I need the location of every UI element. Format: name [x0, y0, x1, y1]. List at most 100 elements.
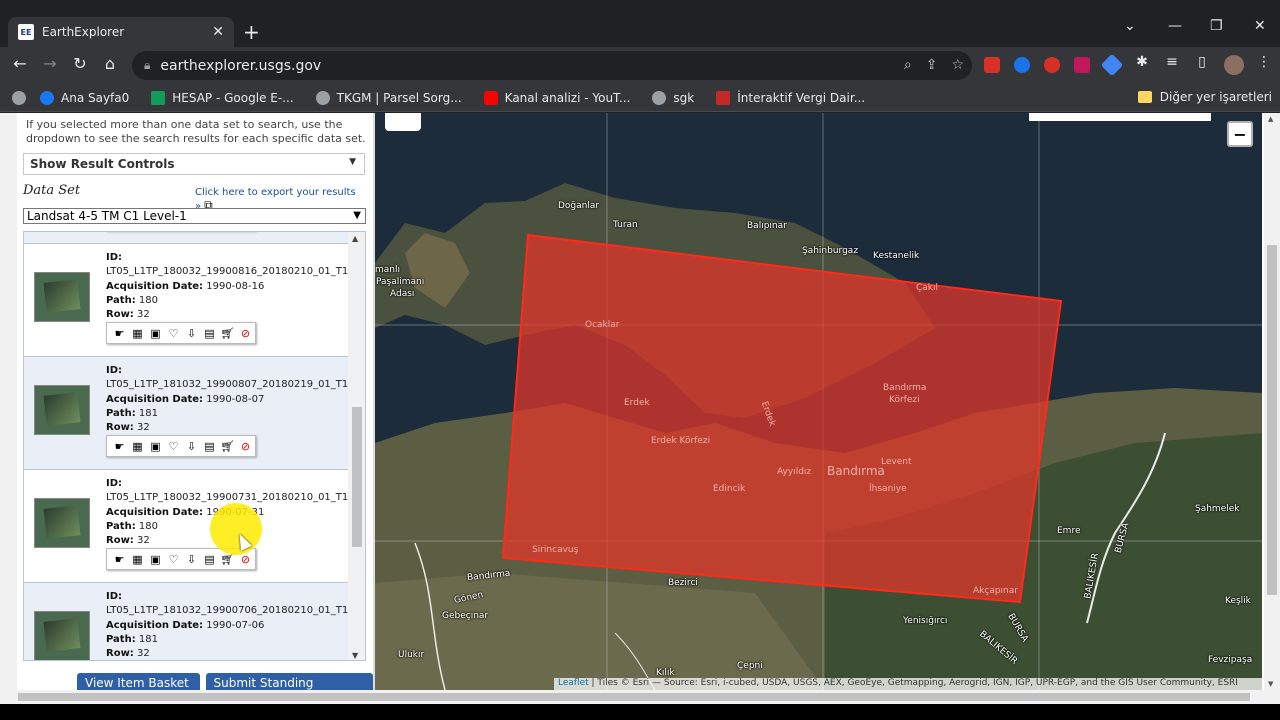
menu-kebab-icon[interactable]: ⋮	[1252, 54, 1276, 70]
reading-list-icon[interactable]: ≡	[1160, 54, 1184, 70]
row-label: Row:	[106, 309, 134, 321]
zoom-icon[interactable]: ⌕	[904, 57, 912, 73]
extension-blue-icon[interactable]	[1014, 57, 1030, 73]
page-vertical-scrollbar[interactable]: ▲ ▼	[1264, 113, 1280, 690]
page-horizontal-scrollbar[interactable]	[0, 690, 1280, 704]
bookmark-youtube[interactable]: Kanal analizi - YouT...	[483, 90, 630, 105]
sheets-icon	[151, 90, 166, 105]
compare-icon[interactable]: ▣	[148, 552, 163, 566]
scroll-up-icon[interactable]: ▲	[352, 234, 358, 243]
map-label: Bandırma	[883, 383, 927, 393]
path-label: Path:	[106, 633, 136, 645]
back-arrow-icon[interactable]: ←	[8, 54, 32, 73]
list-item: ID: LT05_L1TP_181032_19900807_20180219_0…	[24, 357, 350, 470]
dataset-select[interactable]: Landsat 4-5 TM C1 Level-1 ▼	[23, 208, 366, 224]
footprint-icon[interactable]: ☛	[112, 439, 127, 453]
row-label: Row:	[106, 535, 134, 547]
scroll-up-icon[interactable]: ▲	[1268, 115, 1273, 123]
id-label: ID:	[106, 252, 123, 263]
map-label: Doğanlar	[558, 201, 600, 211]
map-label: Şahmelek	[1195, 504, 1240, 514]
close-window-icon[interactable]: ✕	[1254, 18, 1266, 34]
download-icon[interactable]: ⇩	[184, 326, 199, 340]
map-label: Kılık	[656, 668, 675, 678]
tab-search-chevron-icon[interactable]: ⌄	[1124, 18, 1136, 34]
scene-thumbnail[interactable]	[34, 272, 90, 322]
scroll-down-icon[interactable]: ▼	[352, 651, 358, 660]
bookmark-star-icon[interactable]: ☆	[951, 57, 964, 73]
path-value: 180	[138, 294, 158, 306]
exclude-icon[interactable]: ⊘	[238, 326, 253, 340]
browse-overlay-icon[interactable]: ▦	[130, 552, 145, 566]
scrollbar-thumb[interactable]	[18, 693, 1250, 701]
new-tab-icon[interactable]: +	[243, 20, 260, 44]
show-result-controls-toggle[interactable]: Show Result Controls ▼	[23, 153, 365, 175]
map-label: Adası	[390, 289, 415, 299]
bookmark-sgk[interactable]: sgk	[652, 90, 694, 105]
footprint-icon[interactable]: ☛	[112, 326, 127, 340]
bookmark-ana-sayfa[interactable]: Ana Sayfa0	[40, 90, 129, 105]
layers-control-icon[interactable]	[385, 113, 421, 131]
metadata-icon[interactable]: ♡	[166, 326, 181, 340]
search-results-panel: If you selected more than one data set t…	[0, 113, 373, 704]
zoom-out-button[interactable]: −	[1227, 121, 1253, 147]
map-label: Çepni	[737, 661, 763, 671]
minimize-icon[interactable]: —	[1168, 18, 1182, 34]
order-cart-icon[interactable]: 🛒︎	[220, 326, 235, 340]
metadata-icon[interactable]: ♡	[166, 439, 181, 453]
browse-overlay-icon[interactable]: ▦	[130, 326, 145, 340]
scrollbar-thumb[interactable]	[1267, 245, 1277, 595]
pdf-extension-icon[interactable]	[984, 57, 1000, 73]
download-icon[interactable]: ⇩	[184, 439, 199, 453]
map-search-box[interactable]	[1029, 113, 1211, 121]
side-panel-icon[interactable]: ▯	[1190, 54, 1214, 70]
reload-icon[interactable]: ↻	[68, 54, 92, 73]
map-label: Ayyıldız	[777, 467, 812, 477]
result-icon-bar: ☛ ▦ ▣ ♡ ⇩ ▤ 🛒︎ ⊘	[106, 435, 256, 457]
extension-shield-icon[interactable]	[1100, 53, 1124, 77]
scene-id: LT05_L1TP_180032_19900816_20180210_01_T1	[106, 266, 349, 278]
bookmark-tkgm[interactable]: TKGM | Parsel Sorg...	[315, 90, 462, 105]
bulk-download-icon[interactable]: ▤	[202, 439, 217, 453]
bulk-download-icon[interactable]: ▤	[202, 326, 217, 340]
map-view[interactable]: − Doğanlar Turan Balıpınar Şahinburgaz K…	[375, 113, 1262, 690]
browse-overlay-icon[interactable]: ▦	[130, 439, 145, 453]
apps-globe-icon[interactable]	[12, 90, 26, 105]
compare-icon[interactable]: ▣	[148, 439, 163, 453]
restore-icon[interactable]: ❐	[1210, 18, 1223, 34]
order-cart-icon[interactable]: 🛒︎	[220, 439, 235, 453]
scene-thumbnail[interactable]	[34, 385, 90, 435]
bulk-download-icon[interactable]: ▤	[202, 552, 217, 566]
extension-red-icon[interactable]	[1044, 57, 1060, 73]
globe-icon	[652, 90, 667, 105]
address-bar[interactable]: 🔒︎ earthexplorer.usgs.gov ⌕ ⇪ ☆	[132, 51, 972, 80]
lock-icon: 🔒︎	[144, 58, 151, 72]
bookmark-vergi[interactable]: İnteraktif Vergi Dair...	[716, 90, 865, 105]
scene-thumbnail[interactable]	[34, 611, 90, 660]
compare-icon[interactable]: ▣	[148, 326, 163, 340]
extensions-puzzle-icon[interactable]: ✱	[1130, 54, 1154, 70]
download-icon[interactable]: ⇩	[184, 552, 199, 566]
other-bookmarks[interactable]: Diğer yer işaretleri	[1137, 90, 1272, 104]
metadata-icon[interactable]: ♡	[166, 552, 181, 566]
result-list-scrollbar[interactable]: ▲ ▼	[348, 232, 365, 660]
home-icon[interactable]: ⌂	[98, 54, 122, 73]
map-label: Emre	[1057, 526, 1081, 536]
scroll-down-icon[interactable]: ▼	[1268, 680, 1273, 688]
select-chevron-icon: ▼	[353, 210, 361, 221]
acq-date-label: Acquisition Date:	[106, 506, 204, 518]
extension-pocket-icon[interactable]	[1074, 57, 1090, 73]
forward-arrow-icon[interactable]: →	[38, 54, 62, 73]
scene-thumbnail[interactable]	[34, 498, 90, 548]
share-icon[interactable]: ⇪	[926, 57, 938, 73]
footprint-icon[interactable]: ☛	[112, 552, 127, 566]
scrollbar-thumb[interactable]	[352, 407, 362, 547]
bookmark-hesap[interactable]: HESAP - Google E-...	[151, 90, 294, 105]
browser-window: EE EarthExplorer ✕ + ⌄ — ❐ ✕ ← → ↻ ⌂ 🔒︎ …	[0, 0, 1280, 720]
leaflet-link[interactable]: Leaflet	[558, 678, 589, 688]
exclude-icon[interactable]: ⊘	[238, 439, 253, 453]
close-tab-icon[interactable]: ✕	[212, 24, 224, 40]
tab-earthexplorer[interactable]: EE EarthExplorer ✕	[8, 17, 234, 47]
acq-date-label: Acquisition Date:	[106, 393, 204, 405]
profile-avatar[interactable]	[1224, 55, 1244, 75]
